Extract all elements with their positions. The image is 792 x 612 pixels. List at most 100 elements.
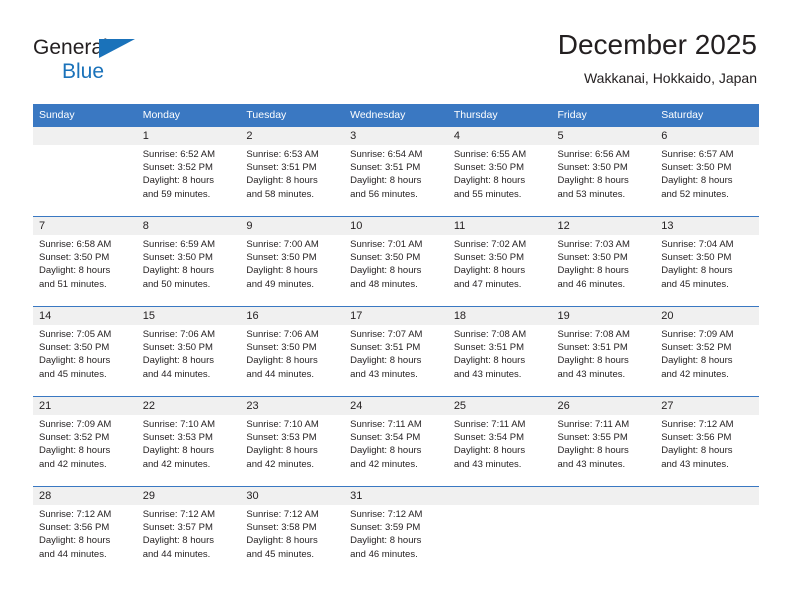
sunrise-text: Sunrise: 7:04 AM (661, 239, 734, 250)
day-number: 7 (33, 217, 137, 235)
calendar-day-cell[interactable]: 31 Sunrise: 7:12 AM Sunset: 3:59 PM Dayligh… (344, 486, 448, 576)
daylight-text-cont: and 59 minutes. (142, 188, 211, 200)
calendar-day-cell[interactable]: 7 Sunrise: 6:58 AM Sunset: 3:50 PM Daylight… (33, 216, 137, 307)
daylight-text-cont: and 44 minutes. (142, 368, 211, 380)
calendar-day-cell[interactable]: 11 Sunrise: 7:02 AM Sunset: 3:50 PM Dayligh… (447, 216, 552, 307)
sunrise-text: Sunrise: 6:55 AM (453, 149, 527, 160)
calendar-day-cell[interactable]: 8 Sunrise: 6:59 AM Sunset: 3:50 PM Daylight… (136, 216, 241, 307)
sunrise-text: Sunrise: 7:05 AM (39, 329, 112, 340)
day-number: 1 (136, 127, 241, 145)
calendar-day-cell[interactable]: 6 Sunrise: 6:57 AM Sunset: 3:50 PM Daylight… (655, 126, 759, 217)
daylight-text-cont: and 43 minutes. (453, 458, 522, 470)
calendar-day-cell[interactable]: 4 Sunrise: 6:55 AM Sunset: 3:50 PM Daylight… (447, 126, 552, 217)
calendar-day-cell[interactable]: 17 Sunrise: 7:07 AM Sunset: 3:51 PM Dayligh… (344, 306, 448, 397)
calendar-day-cell[interactable]: 29 Sunrise: 7:12 AM Sunset: 3:57 PM Dayligh… (136, 486, 241, 576)
daylight-text-cont: and 49 minutes. (246, 278, 315, 290)
logo-top-row: General (33, 36, 213, 60)
calendar-day-cell[interactable]: 15 Sunrise: 7:06 AM Sunset: 3:50 PM Dayligh… (136, 306, 241, 397)
calendar-day-cell[interactable]: 19 Sunrise: 7:08 AM Sunset: 3:51 PM Dayligh… (551, 306, 656, 397)
daylight-text-cont: and 51 minutes. (39, 278, 107, 290)
calendar-day-cell[interactable]: 28 Sunrise: 7:12 AM Sunset: 3:56 PM Dayligh… (33, 486, 137, 576)
calendar-day-cell[interactable]: 22 Sunrise: 7:10 AM Sunset: 3:53 PM Dayligh… (136, 396, 241, 487)
day-sun-details: Sunrise: 7:11 AM Sunset: 3:54 PM Daylight:… (448, 415, 552, 471)
day-cell-inner: 19 Sunrise: 7:08 AM Sunset: 3:51 PM Dayligh… (551, 307, 656, 396)
calendar-day-cell[interactable]: 26 Sunrise: 7:11 AM Sunset: 3:55 PM Dayligh… (551, 396, 656, 487)
day-sun-details: Sunrise: 7:04 AM Sunset: 3:50 PM Daylight:… (655, 235, 759, 291)
calendar-day-cell[interactable]: 20 Sunrise: 7:09 AM Sunset: 3:52 PM Dayligh… (655, 306, 759, 397)
day-cell-inner: 26 Sunrise: 7:11 AM Sunset: 3:55 PM Dayligh… (551, 397, 656, 486)
calendar-body: 1 Sunrise: 6:52 AM Sunset: 3:52 PM Daylight… (33, 126, 759, 576)
calendar-day-cell[interactable]: 1 Sunrise: 6:52 AM Sunset: 3:52 PM Daylight… (136, 126, 241, 217)
daylight-text: Daylight: 8 hours (557, 445, 629, 457)
day-sun-details: Sunrise: 7:03 AM Sunset: 3:50 PM Daylight:… (552, 235, 656, 291)
sunset-text: Sunset: 3:56 PM (39, 522, 110, 534)
calendar-table: Sunday Monday Tuesday Wednesday Thursday Frid… (33, 104, 759, 576)
sunrise-text: Sunrise: 7:10 AM (142, 419, 216, 430)
calendar-day-cell[interactable]: 5 Sunrise: 6:56 AM Sunset: 3:50 PM Daylight… (551, 126, 656, 217)
day-cell-inner: 17 Sunrise: 7:07 AM Sunset: 3:51 PM Dayligh… (344, 307, 448, 396)
daylight-text: Daylight: 8 hours (350, 445, 422, 457)
page-header: General Blue December 2025 Wakkanai, Hok… (0, 0, 792, 104)
daylight-text: Daylight: 8 hours (557, 175, 629, 187)
day-sun-details: Sunrise: 7:11 AM Sunset: 3:54 PM Daylight:… (344, 415, 448, 471)
sunrise-text: Sunrise: 6:54 AM (350, 149, 423, 160)
daylight-text: Daylight: 8 hours (246, 445, 318, 457)
calendar-day-cell[interactable]: 18 Sunrise: 7:08 AM Sunset: 3:51 PM Dayligh… (447, 306, 552, 397)
calendar-day-cell[interactable]: 21 Sunrise: 7:09 AM Sunset: 3:52 PM Dayligh… (33, 396, 137, 487)
day-cell-inner: 12 Sunrise: 7:03 AM Sunset: 3:50 PM Dayligh… (551, 217, 656, 306)
calendar-day-cell[interactable]: 2 Sunrise: 6:53 AM Sunset: 3:51 PM Daylight… (240, 126, 345, 217)
daylight-text-cont: and 42 minutes. (350, 458, 418, 470)
calendar-day-cell[interactable]: 23 Sunrise: 7:10 AM Sunset: 3:53 PM Dayligh… (240, 396, 345, 487)
day-number: 23 (240, 397, 345, 415)
sunrise-text: Sunrise: 7:03 AM (557, 239, 630, 250)
sunset-text: Sunset: 3:50 PM (453, 252, 525, 264)
weekday-header-wednesday: Wednesday (344, 104, 448, 127)
sunset-text: Sunset: 3:52 PM (39, 432, 110, 444)
calendar-day-cell[interactable]: 10 Sunrise: 7:01 AM Sunset: 3:50 PM Dayligh… (344, 216, 448, 307)
daylight-text-cont: and 43 minutes. (453, 368, 522, 380)
daylight-text: Daylight: 8 hours (142, 355, 214, 367)
daylight-text: Daylight: 8 hours (453, 355, 526, 367)
sunrise-text: Sunrise: 7:12 AM (350, 509, 423, 520)
daylight-text: Daylight: 8 hours (661, 265, 733, 277)
calendar-day-cell[interactable]: 14 Sunrise: 7:05 AM Sunset: 3:50 PM Dayligh… (33, 306, 137, 397)
day-sun-details: Sunrise: 6:52 AM Sunset: 3:52 PM Daylight:… (137, 145, 241, 201)
daylight-text-cont: and 44 minutes. (39, 548, 107, 560)
day-sun-details: Sunrise: 7:07 AM Sunset: 3:51 PM Daylight:… (344, 325, 448, 381)
calendar-day-cell[interactable]: 3 Sunrise: 6:54 AM Sunset: 3:51 PM Daylight… (344, 126, 448, 217)
day-cell-inner: 5 Sunrise: 6:56 AM Sunset: 3:50 PM Daylight… (551, 127, 656, 216)
calendar-week-row: 14 Sunrise: 7:05 AM Sunset: 3:50 PM Dayligh… (33, 306, 759, 397)
day-cell-inner: 9 Sunrise: 7:00 AM Sunset: 3:50 PM Daylight… (240, 217, 345, 306)
calendar-day-cell[interactable]: 24 Sunrise: 7:11 AM Sunset: 3:54 PM Dayligh… (344, 396, 448, 487)
calendar-day-cell[interactable]: 27 Sunrise: 7:12 AM Sunset: 3:56 PM Dayligh… (655, 396, 759, 487)
day-number: 21 (33, 397, 137, 415)
daylight-text: Daylight: 8 hours (350, 175, 422, 187)
daylight-text-cont: and 45 minutes. (661, 278, 729, 290)
daylight-text: Daylight: 8 hours (142, 445, 214, 457)
daylight-text: Daylight: 8 hours (246, 175, 318, 187)
weekday-header-monday: Monday (136, 104, 241, 127)
daylight-text: Daylight: 8 hours (39, 535, 111, 547)
daylight-text: Daylight: 8 hours (142, 175, 214, 187)
sunset-text: Sunset: 3:51 PM (350, 162, 421, 174)
calendar-day-cell[interactable]: 12 Sunrise: 7:03 AM Sunset: 3:50 PM Dayligh… (551, 216, 656, 307)
day-number (551, 487, 656, 505)
daylight-text-cont: and 43 minutes. (557, 458, 626, 470)
day-number: 25 (447, 397, 552, 415)
calendar-day-cell[interactable]: 9 Sunrise: 7:00 AM Sunset: 3:50 PM Daylight… (240, 216, 345, 307)
general-blue-logo[interactable]: General Blue (33, 36, 213, 84)
day-cell-inner: 20 Sunrise: 7:09 AM Sunset: 3:52 PM Dayligh… (655, 307, 759, 396)
sunrise-text: Sunrise: 6:57 AM (661, 149, 734, 160)
sunset-text: Sunset: 3:51 PM (557, 342, 628, 354)
sunset-text: Sunset: 3:55 PM (557, 432, 628, 444)
daylight-text: Daylight: 8 hours (557, 265, 629, 277)
sunset-text: Sunset: 3:50 PM (350, 252, 421, 264)
calendar-day-cell[interactable]: 16 Sunrise: 7:06 AM Sunset: 3:50 PM Dayligh… (240, 306, 345, 397)
day-cell-inner: 28 Sunrise: 7:12 AM Sunset: 3:56 PM Dayligh… (33, 487, 137, 576)
calendar-day-cell-empty (447, 486, 552, 576)
daylight-text: Daylight: 8 hours (246, 265, 318, 277)
day-number: 9 (240, 217, 345, 235)
calendar-day-cell[interactable]: 13 Sunrise: 7:04 AM Sunset: 3:50 PM Dayligh… (655, 216, 759, 307)
calendar-day-cell[interactable]: 30 Sunrise: 7:12 AM Sunset: 3:58 PM Dayligh… (240, 486, 345, 576)
calendar-day-cell[interactable]: 25 Sunrise: 7:11 AM Sunset: 3:54 PM Dayligh… (447, 396, 552, 487)
